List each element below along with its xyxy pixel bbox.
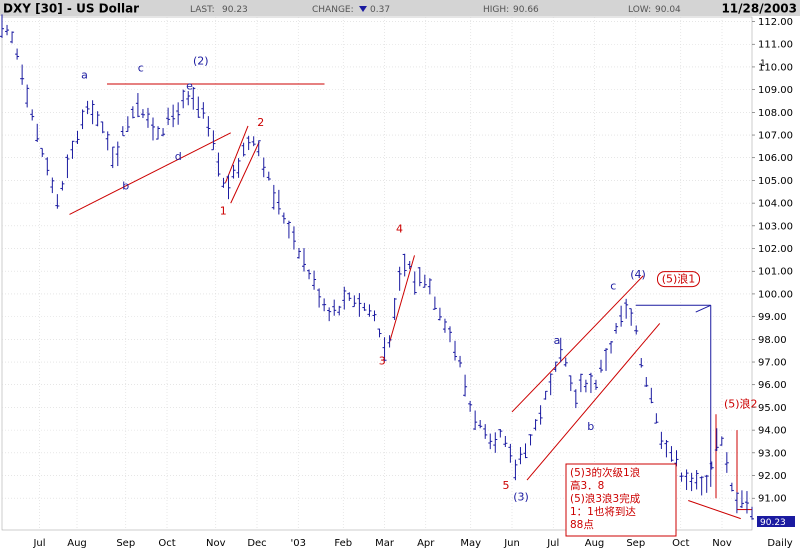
wave-label: 4 <box>396 223 403 236</box>
x-tick-label: Apr <box>417 538 435 549</box>
y-tick-label: 93.00 <box>758 448 787 459</box>
wave-callout: (5)3的次级1浪 高3．8 (5)浪3浪3完成 1：1也将到达 88点 <box>565 463 677 537</box>
chart-svg: DXY [30] - US Dollar LAST: 90.23 CHANGE:… <box>0 0 800 549</box>
y-tick-label: 99.00 <box>758 312 787 323</box>
y-tick-label: 109.00 <box>758 85 793 96</box>
x-tick-label: Sep <box>116 538 135 549</box>
y-tick-label: 102.00 <box>758 244 793 255</box>
y-tick-label: 95.00 <box>758 403 787 414</box>
chart-title: DXY [30] - US Dollar <box>3 2 139 16</box>
x-tick-label: Mar <box>375 538 395 549</box>
wave-label: a <box>81 68 88 81</box>
wave-label: a <box>554 334 561 347</box>
wave-label: c <box>610 279 616 292</box>
wave-label: (2) <box>193 55 209 68</box>
callout-line-2: 高3．8 <box>570 479 604 492</box>
x-tick-label: Oct <box>672 538 689 549</box>
x-tick-label: Sep <box>626 538 645 549</box>
low-value: 90.04 <box>655 5 681 15</box>
y-tick-label: 96.00 <box>758 380 787 391</box>
callout-line-4: 1：1也将到达 <box>570 505 636 518</box>
wave-label: e <box>186 80 193 93</box>
wave-label: d <box>175 150 182 163</box>
change-label: CHANGE: <box>312 5 354 15</box>
x-tick-label: Jun <box>503 538 520 549</box>
change-value: 0.37 <box>370 5 390 15</box>
y-tick-label: 97.00 <box>758 358 787 369</box>
x-tick-label: Nov <box>206 538 226 549</box>
x-tick-label: Jul <box>546 538 559 549</box>
y-tick-label: 100.00 <box>758 289 793 300</box>
wave-label: 3 <box>379 354 386 367</box>
y-tick-label: 104.00 <box>758 199 793 210</box>
x-tick-label: Feb <box>334 538 352 549</box>
low-label: LOW: <box>628 5 651 15</box>
high-value: 90.66 <box>513 5 539 15</box>
dxy-daily-chart: DXY [30] - US Dollar LAST: 90.23 CHANGE:… <box>0 0 800 550</box>
wave-label: (5)浪2 <box>724 396 758 410</box>
y-tick-label: 105.00 <box>758 176 793 187</box>
x-tick-label: Nov <box>712 538 732 549</box>
y-axis-marker: 1 <box>760 59 766 69</box>
y-tick-label: 91.00 <box>758 494 787 505</box>
y-tick-label: 98.00 <box>758 335 787 346</box>
last-value: 90.23 <box>222 5 248 15</box>
wave-label: 1 <box>220 204 227 217</box>
last-price-tag: 90.23 <box>757 516 795 528</box>
x-tick-label: May <box>460 538 481 549</box>
last-price-tag-text: 90.23 <box>760 518 786 528</box>
wave-label: b <box>122 180 129 193</box>
x-tick-label: Daily <box>767 538 792 549</box>
y-tick-label: 111.00 <box>758 40 793 51</box>
y-tick-label: 112.00 <box>758 17 793 28</box>
x-tick-label: Aug <box>67 538 87 549</box>
wave-label: b <box>587 420 594 433</box>
y-tick-label: 92.00 <box>758 471 787 482</box>
callout-line-1: (5)3的次级1浪 <box>570 466 641 479</box>
callout-line-3: (5)浪3浪3完成 <box>570 492 641 505</box>
wave-label: (3) <box>513 490 529 503</box>
x-tick-label: Oct <box>158 538 175 549</box>
wave-label: (5)浪1 <box>662 272 696 286</box>
y-tick-label: 106.00 <box>758 153 793 164</box>
y-tick-label: 108.00 <box>758 108 793 119</box>
y-tick-label: 94.00 <box>758 426 787 437</box>
header-date: 11/28/2003 <box>721 2 797 16</box>
y-tick-label: 107.00 <box>758 131 793 142</box>
last-label: LAST: <box>190 5 215 15</box>
y-tick-label: 101.00 <box>758 267 793 278</box>
wave-label: 2 <box>257 116 264 129</box>
high-label: HIGH: <box>483 5 509 15</box>
x-tick-label: Aug <box>585 538 605 549</box>
y-tick-label: 103.00 <box>758 221 793 232</box>
callout-line-5: 88点 <box>570 519 594 531</box>
x-tick-label: Dec <box>247 538 266 549</box>
wave-label: c <box>138 61 144 74</box>
wave-label: (4) <box>630 268 646 281</box>
x-tick-label: Jul <box>32 538 45 549</box>
wave-label: 5 <box>503 479 510 492</box>
x-tick-label: '03 <box>291 538 306 549</box>
